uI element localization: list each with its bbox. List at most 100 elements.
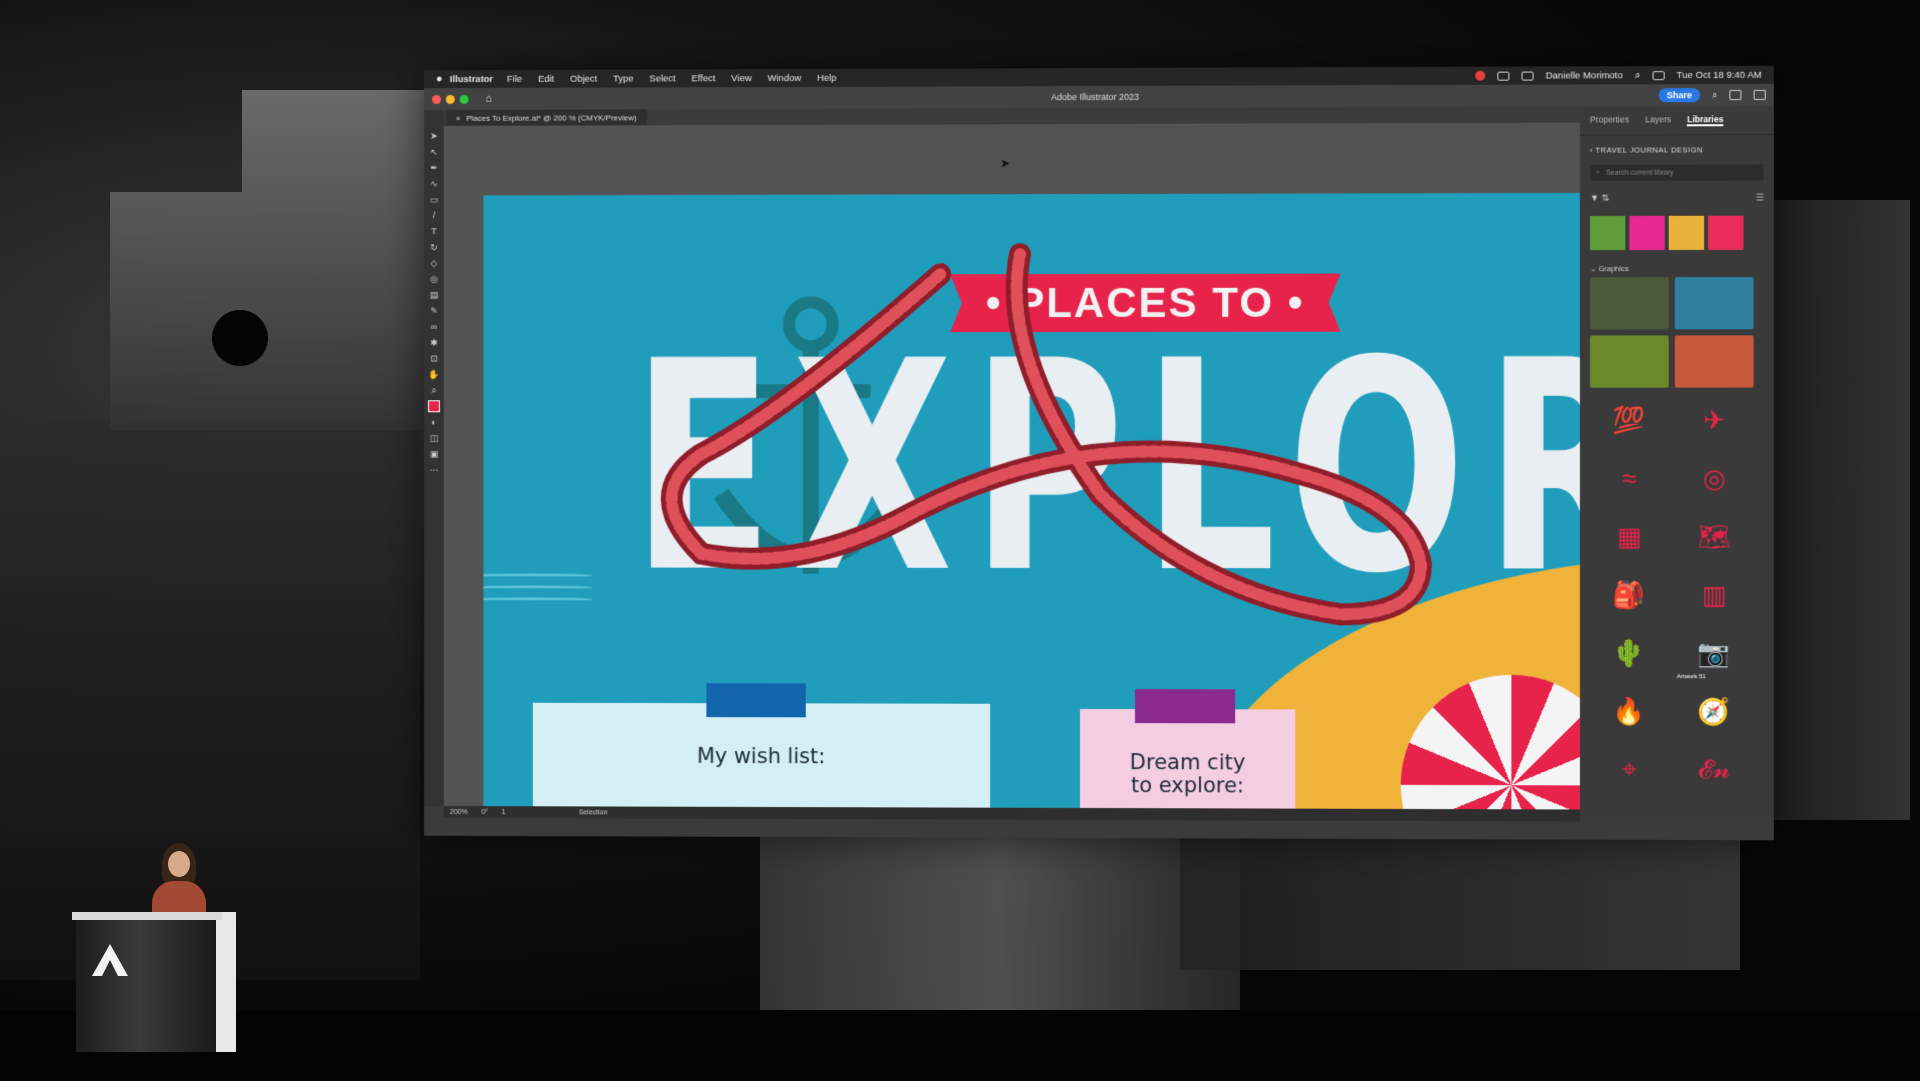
menu-select[interactable]: Select xyxy=(649,73,675,84)
menu-file[interactable]: File xyxy=(507,73,522,84)
zoom-window-icon[interactable] xyxy=(459,94,469,104)
compass-pin-icon[interactable]: ⌖ xyxy=(1590,743,1669,796)
shape-builder-tool-icon[interactable]: ◎ xyxy=(428,273,440,285)
search-placeholder: Search current library xyxy=(1606,169,1674,177)
life-ring-icon[interactable]: ◎ xyxy=(1674,451,1754,505)
arrange-documents-icon[interactable] xyxy=(1729,89,1742,101)
selection-tool-icon[interactable]: ➤ xyxy=(428,130,440,142)
campfire-icon[interactable]: 🔥 xyxy=(1590,684,1669,738)
direct-selection-tool-icon[interactable]: ↖ xyxy=(428,146,440,158)
library-search-input[interactable]: ⌕ Search current library xyxy=(1590,164,1764,181)
pen-tool-icon[interactable]: ✒ xyxy=(428,162,440,174)
menu-edit[interactable]: Edit xyxy=(538,73,554,84)
search-icon: ⌕ xyxy=(1596,168,1601,176)
color-swatch[interactable] xyxy=(1668,215,1705,250)
draw-mode-icon[interactable]: ◫ xyxy=(428,432,440,444)
window-titlebar: ⌂ Adobe Illustrator 2023 Share ⌕ xyxy=(424,83,1774,111)
rope-graphic[interactable] xyxy=(582,233,1481,674)
battery-icon[interactable] xyxy=(1521,71,1534,81)
stage-block-left xyxy=(0,420,420,980)
current-tool-name[interactable]: Selection xyxy=(579,809,608,816)
menubar-clock[interactable]: Tue Oct 18 9:40 AM xyxy=(1677,69,1762,80)
rotate-tool-icon[interactable]: ↻ xyxy=(428,241,440,253)
en-route-lettering-icon[interactable]: 𝓔𝓷 xyxy=(1674,743,1754,796)
filter-icon[interactable]: ▼ ⇅ xyxy=(1590,193,1609,204)
cactus-icon[interactable]: 🌵 xyxy=(1590,626,1669,680)
share-button[interactable]: Share xyxy=(1658,88,1700,103)
gradient-tool-icon[interactable]: ▤ xyxy=(428,289,440,301)
curvature-tool-icon[interactable]: ∿ xyxy=(428,178,440,190)
list-view-icon[interactable]: ☰ xyxy=(1756,192,1764,203)
color-swatch[interactable] xyxy=(1590,215,1626,251)
rectangle-tool-icon[interactable]: ▭ xyxy=(428,193,440,205)
map-icon[interactable]: 🗺 xyxy=(1674,510,1754,563)
zoom-tool-icon[interactable]: ⌕ xyxy=(428,384,440,396)
dream-city-card[interactable]: Dream city to explore: xyxy=(1080,689,1296,810)
graphics-section-header[interactable]: ⌄ Graphics xyxy=(1580,254,1774,277)
photo-icon[interactable] xyxy=(1590,277,1669,330)
forest-icon[interactable] xyxy=(1590,335,1669,388)
compass-icon[interactable]: 🧭 xyxy=(1674,685,1754,738)
stage-block-bottom-right xyxy=(1180,820,1740,970)
minimize-window-icon[interactable] xyxy=(445,94,455,104)
workspace-switcher-icon[interactable] xyxy=(1753,89,1766,100)
color-swatch[interactable] xyxy=(1629,215,1665,251)
user-name[interactable]: Danielle Morimoto xyxy=(1546,70,1623,81)
artboard-navigator[interactable]: 1 xyxy=(502,809,506,816)
airplane-icon[interactable]: ✈ xyxy=(1674,393,1754,446)
mountain-lake-icon[interactable] xyxy=(1674,276,1754,330)
dream-city-tab xyxy=(1135,689,1236,724)
more-tools-icon[interactable]: ⋯ xyxy=(428,464,440,476)
close-tab-icon[interactable]: × xyxy=(456,113,461,122)
blend-tool-icon[interactable]: ∞ xyxy=(428,321,440,333)
menu-window[interactable]: Window xyxy=(768,72,802,83)
status-bar: 200% 0° 1 Selection xyxy=(443,805,1580,822)
eraser-tool-icon[interactable]: ◇ xyxy=(428,257,440,269)
type-tool-icon[interactable]: T xyxy=(428,225,440,237)
tools-panel: ➤ ↖ ✒ ∿ ▭ / T ↻ ◇ ◎ ▤ ✎ ∞ ✱ ⊡ ✋ ⌕ ◐ ◫ ▣ … xyxy=(424,109,444,806)
colorful-street-icon[interactable] xyxy=(1674,335,1754,388)
apple-menu-icon[interactable]: ● xyxy=(436,73,450,85)
paintbrush-tool-icon[interactable]: / xyxy=(428,209,440,221)
wish-list-label: My wish list: xyxy=(696,743,826,769)
wish-list-card[interactable]: My wish list: xyxy=(532,683,991,810)
spotlight-icon[interactable]: ⌕ xyxy=(1635,70,1640,81)
artboard[interactable]: • PLACES TO • EXPLORE My wish list: Drea… xyxy=(483,192,1580,810)
symbol-sprayer-tool-icon[interactable]: ✱ xyxy=(428,337,440,349)
screen-mode-icon[interactable]: ▣ xyxy=(428,448,440,460)
hundred-emoji-icon[interactable]: 💯 xyxy=(1590,393,1669,446)
menu-type[interactable]: Type xyxy=(613,73,633,84)
zoom-level[interactable]: 200% xyxy=(450,808,468,815)
menu-effect[interactable]: Effect xyxy=(691,73,715,84)
home-icon[interactable]: ⌂ xyxy=(485,93,492,105)
menu-help[interactable]: Help xyxy=(817,72,836,83)
menu-object[interactable]: Object xyxy=(570,73,597,84)
search-icon[interactable]: ⌕ xyxy=(1712,90,1717,101)
menu-app-name[interactable]: Illustrator xyxy=(450,74,493,85)
tab-libraries[interactable]: Libraries xyxy=(1687,114,1724,127)
library-name: TRAVEL JOURNAL DESIGN xyxy=(1595,145,1704,155)
hand-tool-icon[interactable]: ✋ xyxy=(428,368,440,380)
tab-layers[interactable]: Layers xyxy=(1645,114,1671,126)
backpack-icon[interactable]: 🎒 xyxy=(1590,568,1669,621)
fill-stroke-swatch[interactable] xyxy=(428,400,440,413)
artboard-tool-icon[interactable]: ⊡ xyxy=(428,353,440,365)
camera-icon[interactable]: 📷 Artwork 51 xyxy=(1674,626,1754,680)
wave-lines-icon[interactable]: ≈ xyxy=(1590,451,1669,505)
document-tab[interactable]: × Places To Explore.ai* @ 200 % (CMYK/Pr… xyxy=(445,109,647,126)
color-swatch[interactable] xyxy=(1708,215,1744,250)
menu-view[interactable]: View xyxy=(731,73,751,84)
canvas-area[interactable]: • PLACES TO • EXPLORE My wish list: Drea… xyxy=(443,122,1580,810)
control-center-icon[interactable] xyxy=(1497,71,1510,81)
close-window-icon[interactable] xyxy=(432,94,441,104)
recording-icon[interactable] xyxy=(1475,70,1486,81)
window-title: Adobe Illustrator 2023 xyxy=(1050,91,1140,103)
libraries-panel: Properties Layers Libraries ‹ TRAVEL JOU… xyxy=(1579,105,1774,823)
rotation-value[interactable]: 0° xyxy=(481,809,488,816)
tab-properties[interactable]: Properties xyxy=(1590,114,1629,126)
display-icon[interactable] xyxy=(1652,70,1665,80)
color-mode-icon[interactable]: ◐ xyxy=(428,416,440,428)
eyedropper-tool-icon[interactable]: ✎ xyxy=(428,305,440,317)
books-icon[interactable]: ▥ xyxy=(1674,568,1754,621)
photo-strip-icon[interactable]: ▦ xyxy=(1590,510,1669,563)
